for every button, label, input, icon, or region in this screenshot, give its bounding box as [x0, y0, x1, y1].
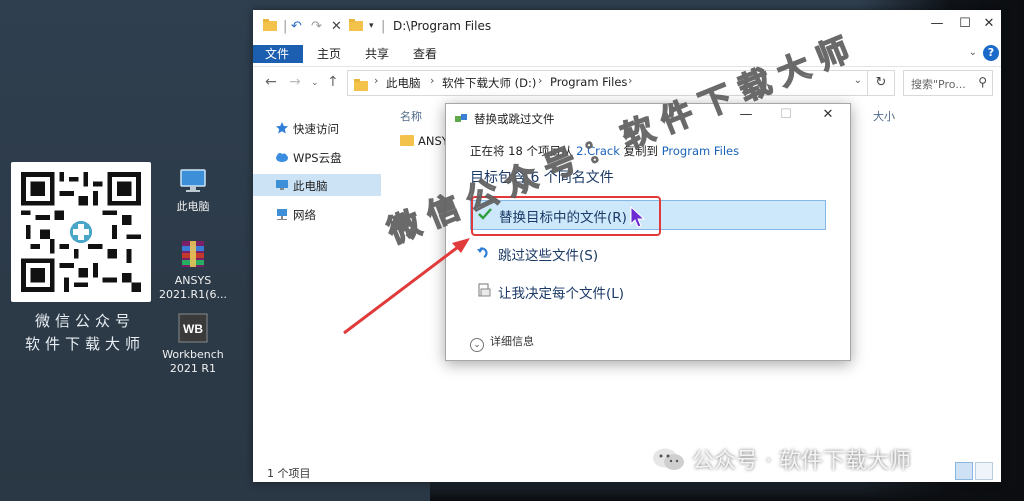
network-icon [275, 207, 289, 221]
option-label: 让我决定每个文件(L) [498, 286, 625, 302]
large-icons-view-icon[interactable] [975, 462, 993, 480]
sidebar-item-wps-cloud[interactable]: WPS云盘 [253, 146, 381, 168]
new-folder-icon[interactable] [349, 19, 363, 35]
breadcrumb-separator-icon: › [374, 74, 379, 87]
divider: | [283, 19, 288, 34]
breadcrumb-separator-icon: › [430, 74, 435, 87]
ribbon-expand-icon[interactable]: ⌄ [969, 47, 977, 58]
desktop-icon-label: ANSYS 2021.R1(6... [159, 274, 227, 301]
quick-access-dropdown-icon[interactable]: ▾ [369, 21, 374, 31]
footer-watermark: 公众号 · 软件下载大师 [652, 443, 911, 475]
tab-file[interactable]: 文件 [253, 45, 303, 63]
breadcrumb-program-files[interactable]: Program Files [550, 75, 627, 89]
window-title: D:\Program Files [393, 19, 492, 33]
address-dropdown-icon[interactable]: ⌄ [854, 75, 862, 86]
sidebar-item-label: 此电脑 [293, 179, 328, 193]
view-toggle [955, 462, 993, 480]
dialog-title: 替换或跳过文件 [474, 112, 555, 126]
dialog-maximize-icon[interactable]: ☐ [772, 107, 800, 122]
skip-arrow-icon [476, 244, 492, 260]
file-row[interactable]: ANSY [400, 134, 449, 148]
document-icon [476, 282, 492, 298]
status-bar-item-count: 1 个项目 [267, 467, 311, 480]
redo-icon[interactable]: ↷ [311, 19, 322, 34]
chevron-down-icon: ⌄ [470, 338, 484, 352]
navigation-bar: ← → ⌄ ↑ › 此电脑 › 软件下载大师 (D:) › Program Fi… [253, 67, 1001, 99]
desktop-icon-label: 此电脑 [176, 200, 210, 213]
sidebar-item-this-pc[interactable]: 此电脑 [253, 174, 381, 196]
sidebar-item-label: WPS云盘 [293, 151, 342, 165]
search-placeholder: 搜索"Pro... [911, 78, 966, 91]
sidebar-item-label: 网络 [293, 208, 316, 222]
footer-text: 公众号 · 软件下载大师 [692, 449, 911, 474]
workbench-badge: WB [183, 322, 203, 336]
refresh-icon[interactable]: ↻ [867, 71, 894, 95]
search-icon: ⚲ [978, 75, 987, 89]
dialog-close-icon[interactable]: ✕ [814, 107, 842, 122]
monitor-icon [275, 178, 289, 192]
forward-arrow-icon[interactable]: → [289, 74, 301, 90]
back-arrow-icon[interactable]: ← [265, 74, 277, 90]
divider: | [381, 19, 386, 34]
breadcrumb-drive[interactable]: 软件下载大师 (D:) [442, 75, 536, 91]
column-header-name[interactable]: 名称 [400, 108, 422, 124]
wechat-icon [652, 447, 686, 473]
decide-each-file-option[interactable]: 让我决定每个文件(L) [470, 277, 824, 305]
tab-share[interactable]: 共享 [353, 45, 401, 63]
desktop-icon-label: Workbench 2021 R1 [162, 348, 224, 375]
desktop-icon-this-pc[interactable]: 此电脑 [153, 164, 233, 214]
details-label: 详细信息 [490, 335, 534, 348]
qr-caption-line2: 软件下载大师 [24, 335, 145, 353]
qr-code-card [11, 162, 151, 302]
details-toggle[interactable]: ⌄ 详细信息 [470, 333, 534, 352]
option-label: 跳过这些文件(S) [498, 248, 599, 264]
up-arrow-icon[interactable]: ↑ [327, 74, 339, 90]
copy-files-icon [454, 111, 468, 125]
star-icon [275, 121, 289, 135]
undo-icon[interactable]: ↶ [291, 19, 302, 34]
sidebar-item-network[interactable]: 网络 [253, 203, 381, 225]
tab-home[interactable]: 主页 [305, 45, 353, 63]
delete-icon[interactable]: ✕ [331, 19, 342, 34]
navigation-pane: 快速访问 WPS云盘 此电脑 网络 [253, 102, 381, 452]
qr-code-image [21, 172, 141, 292]
help-icon[interactable]: ? [983, 45, 999, 61]
cloud-icon [275, 150, 289, 164]
mouse-cursor-icon [630, 206, 646, 228]
details-view-icon[interactable] [955, 462, 973, 480]
sidebar-item-label: 快速访问 [293, 122, 339, 136]
monitor-icon [177, 164, 209, 196]
folder-icon [263, 19, 277, 35]
search-input[interactable]: 搜索"Pro... ⚲ [903, 70, 993, 96]
breadcrumb-separator-icon: › [628, 74, 633, 87]
skip-files-option[interactable]: 跳过这些文件(S) [470, 239, 824, 267]
folder-icon [400, 135, 414, 146]
destination-folder-link[interactable]: Program Files [662, 144, 739, 158]
tab-view[interactable]: 查看 [401, 45, 449, 63]
workbench-icon: WB [177, 312, 209, 344]
recent-locations-icon[interactable]: ⌄ [311, 78, 319, 88]
breadcrumb-this-pc[interactable]: 此电脑 [386, 75, 421, 91]
desktop-icon-workbench[interactable]: WB Workbench 2021 R1 [153, 312, 233, 376]
breadcrumb-separator-icon: › [538, 74, 543, 87]
winrar-archive-icon [177, 238, 209, 270]
sidebar-item-quick-access[interactable]: 快速访问 [253, 117, 381, 139]
column-header-size[interactable]: 大小 [873, 108, 895, 124]
close-icon[interactable]: ✕ [975, 16, 1003, 31]
qr-caption-line1: 微信公众号 [34, 312, 135, 330]
folder-icon [354, 76, 368, 95]
desktop-icon-ansys[interactable]: ANSYS 2021.R1(6... [153, 238, 233, 302]
